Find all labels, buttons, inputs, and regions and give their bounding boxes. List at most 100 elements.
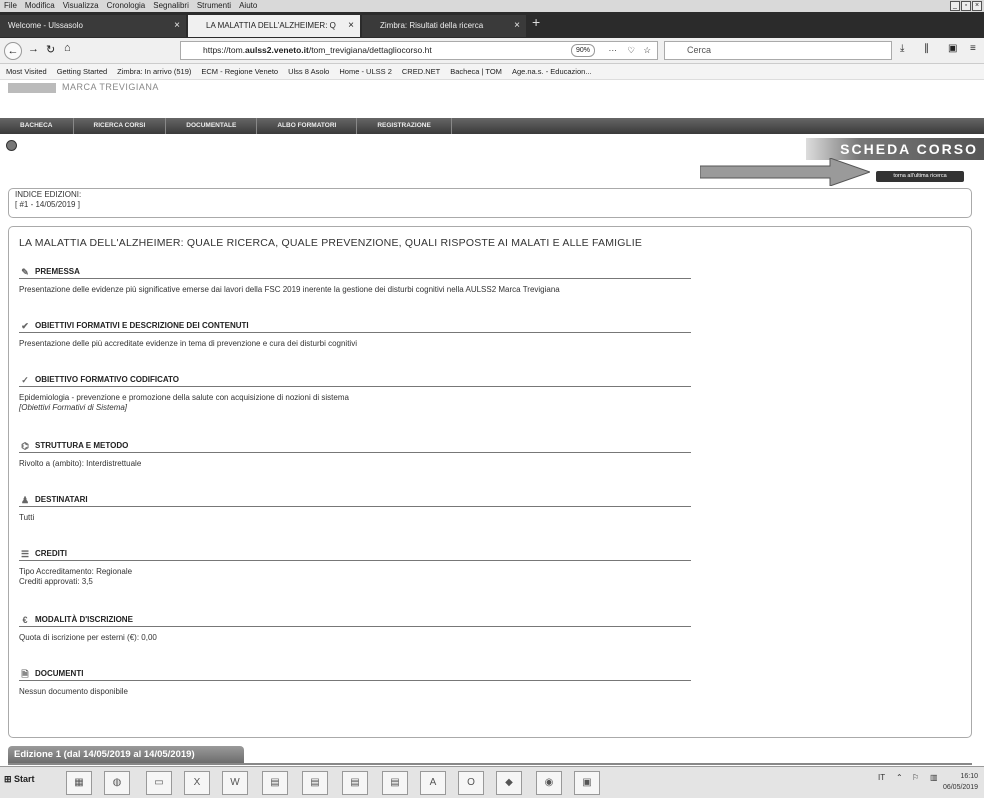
menu-aiuto[interactable]: Aiuto — [239, 0, 257, 12]
back-icon[interactable]: ← — [4, 42, 22, 60]
home-icon[interactable]: ⌂ — [64, 42, 71, 54]
start-label: Start — [14, 774, 35, 784]
menu-visualizza[interactable]: Visualizza — [63, 0, 99, 12]
nav-albo-formatori[interactable]: ALBO FORMATORI — [257, 118, 358, 134]
tab-welcome[interactable]: Welcome - Ulssasolo × — [0, 15, 186, 37]
document-app-icon[interactable]: ▤ — [262, 771, 288, 795]
bookmark-star-icon[interactable]: ☆ — [643, 42, 651, 59]
language-indicator[interactable]: IT — [878, 773, 885, 782]
euro-icon: € — [22, 614, 28, 625]
section-text: Epidemiologia - prevenzione e promozione… — [19, 393, 349, 402]
bookmark-item[interactable]: Zimbra: In arrivo (519) — [117, 64, 191, 79]
taskbar: ⊞ Start ▦ ◍ ▭ X W ▤ ▤ ▤ ▤ A O ◆ ◉ ▣ IT ⌃… — [0, 766, 984, 798]
section-heading: DESTINATARI — [35, 494, 88, 504]
section-text: Presentazione delle più accreditate evid… — [19, 339, 357, 348]
document-app-icon[interactable]: ▤ — [302, 771, 328, 795]
menu-bar: File Modifica Visualizza Cronologia Segn… — [0, 0, 984, 12]
start-button[interactable]: ⊞ Start — [4, 774, 35, 785]
word-icon[interactable]: W — [222, 771, 248, 795]
bookmark-item[interactable]: ECM - Regione Veneto — [201, 64, 278, 79]
tab-alzheimer[interactable]: LA MALATTIA DELL'ALZHEIMER: Q × — [188, 15, 360, 37]
bookmark-item[interactable]: Home - ULSS 2 — [339, 64, 392, 79]
nav-bacheca[interactable]: BACHECA — [0, 118, 74, 134]
page-title: SCHEDA CORSO — [806, 138, 984, 160]
address-bar[interactable]: https://tom.aulss2.veneto.it/tom_trevigi… — [180, 41, 658, 60]
firefox-icon[interactable]: ◉ — [536, 771, 562, 795]
download-icon[interactable]: ⤓ — [900, 43, 904, 54]
close-icon[interactable]: × — [972, 1, 982, 11]
outlook-icon[interactable]: O — [458, 771, 484, 795]
new-tab-icon[interactable]: + — [532, 14, 540, 30]
more-icon[interactable]: ··· — [609, 42, 618, 59]
nav-registrazione[interactable]: REGISTRAZIONE — [357, 118, 452, 134]
calendar-app-icon[interactable]: ▦ — [66, 771, 92, 795]
tab-label: Zimbra: Risultati della ricerca — [380, 21, 484, 30]
clock[interactable]: 16:10 06/05/2019 — [943, 771, 978, 793]
sidebar-icon[interactable]: ▣ — [948, 43, 957, 54]
document-app-icon[interactable]: ▤ — [382, 771, 408, 795]
clock-date: 06/05/2019 — [942, 784, 978, 791]
menu-cronologia[interactable]: Cronologia — [107, 0, 146, 12]
section-heading: MODALITÀ D'ISCRIZIONE — [35, 614, 133, 624]
list-icon: ☰ — [20, 548, 30, 559]
tab-zimbra[interactable]: Zimbra: Risultati della ricerca × — [362, 15, 526, 37]
edition-tab[interactable]: Edizione 1 (dal 14/05/2019 al 14/05/2019… — [8, 746, 244, 764]
globe-icon[interactable] — [6, 140, 17, 151]
menu-strumenti[interactable]: Strumenti — [197, 0, 231, 12]
section-heading: OBIETTIVI FORMATIVI E DESCRIZIONE DEI CO… — [35, 320, 249, 330]
tab-label: Welcome - Ulssasolo — [8, 21, 83, 30]
section-text: Nessun documento disponibile — [19, 687, 128, 696]
bookmark-item[interactable]: Getting Started — [57, 64, 107, 79]
url-prefix: https://tom. — [203, 45, 246, 55]
section-text: Quota di iscrizione per esterni (€): 0,0… — [19, 633, 157, 642]
site-nav: BACHECA RICERCA CORSI DOCUMENTALE ALBO F… — [0, 118, 984, 134]
window-app-icon[interactable]: ▣ — [574, 771, 600, 795]
tray-arrow-icon[interactable]: ⌃ — [896, 773, 903, 782]
network-icon[interactable]: ▥ — [930, 773, 938, 782]
section-heading: STRUTTURA E METODO — [35, 440, 129, 450]
pencil-icon: ✎ — [21, 266, 29, 277]
document-icon: 🗎 — [21, 668, 29, 679]
bookmark-item[interactable]: Age.na.s. - Educazion... — [512, 64, 592, 79]
section-heading: PREMESSA — [35, 266, 80, 276]
target-check-icon: ✓ — [21, 374, 29, 385]
edition-index-heading: INDICE EDIZIONI: — [15, 190, 82, 199]
search-input[interactable]: Cerca — [664, 41, 892, 60]
hamburger-menu-icon[interactable]: ≡ — [970, 43, 976, 54]
excel-icon[interactable]: X — [184, 771, 210, 795]
menu-segnalibri[interactable]: Segnalibri — [153, 0, 189, 12]
section-heading: OBIETTIVO FORMATIVO CODIFICATO — [35, 374, 179, 384]
menu-file[interactable]: File — [4, 0, 17, 12]
reload-icon[interactable]: ↻ — [46, 43, 55, 56]
bookmark-item[interactable]: CRED.NET — [402, 64, 440, 79]
menu-modifica[interactable]: Modifica — [25, 0, 55, 12]
minimize-icon[interactable]: _ — [950, 1, 960, 11]
bookmark-item[interactable]: Most Visited — [6, 64, 47, 79]
bookmark-item[interactable]: Ulss 8 Asolo — [288, 64, 329, 79]
edition-index-entry[interactable]: [ #1 - 14/05/2019 ] — [15, 200, 965, 210]
bookmark-item[interactable]: Bacheca | TOM — [450, 64, 502, 79]
forward-icon[interactable]: → — [28, 43, 39, 55]
pdf-icon[interactable]: A — [420, 771, 446, 795]
package-app-icon[interactable]: ◆ — [496, 771, 522, 795]
site-logo[interactable]: MARCA TREVIGIANA — [8, 82, 208, 94]
zoom-indicator[interactable]: 90% — [570, 44, 595, 57]
close-icon[interactable]: × — [514, 15, 520, 37]
close-icon[interactable]: × — [348, 15, 354, 37]
notepad-app-icon[interactable]: ▭ — [146, 771, 172, 795]
connection-app-icon[interactable]: ◍ — [104, 771, 130, 795]
checkmark-icon: ✔ — [21, 320, 29, 331]
section-text: Presentazione delle evidenze più signifi… — [19, 285, 560, 294]
pocket-icon[interactable]: ♡ — [627, 42, 635, 59]
restore-icon[interactable]: ▫ — [961, 1, 971, 11]
flag-icon[interactable]: ⚐ — [912, 773, 919, 782]
nav-ricerca-corsi[interactable]: RICERCA CORSI — [74, 118, 167, 134]
nav-documentale[interactable]: DOCUMENTALE — [166, 118, 258, 134]
course-card: LA MALATTIA DELL'ALZHEIMER: QUALE RICERC… — [8, 226, 972, 738]
tab-bar: Welcome - Ulssasolo × LA MALATTIA DELL'A… — [0, 12, 984, 38]
url-path: /tom_trevigiana/dettagliocorso.ht — [308, 45, 432, 55]
document-app-icon[interactable]: ▤ — [342, 771, 368, 795]
close-icon[interactable]: × — [174, 15, 180, 37]
library-icon[interactable]: ∥ — [924, 43, 929, 54]
back-to-search-button[interactable]: torna all'ultima ricerca — [876, 171, 964, 182]
